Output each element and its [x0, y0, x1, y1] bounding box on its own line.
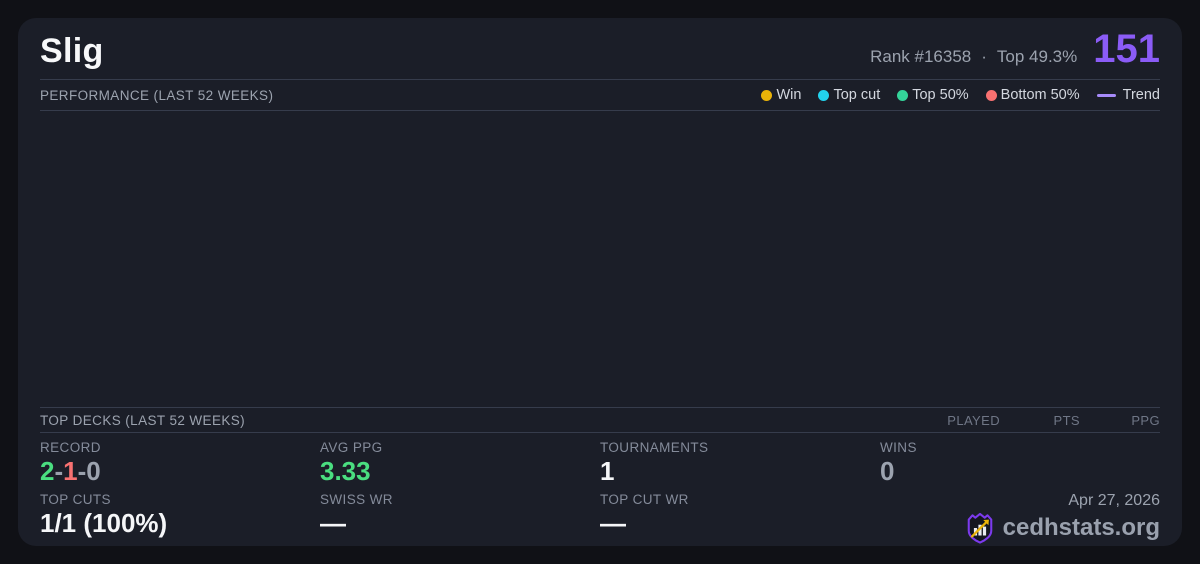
generated-date: Apr 27, 2026	[1068, 492, 1160, 510]
legend-item-trend: Trend	[1097, 87, 1160, 103]
legend-label: Bottom 50%	[1001, 87, 1080, 103]
stats-grid: RECORD 2-1-0 AVG PPG 3.33 TOURNAMENTS 1 …	[40, 433, 1160, 546]
tournaments-value: 1	[600, 457, 880, 486]
top-cuts-value: 1/1 (100%)	[40, 509, 320, 538]
legend-item-top50: Top 50%	[897, 87, 968, 103]
topcut-dot-icon	[818, 90, 829, 101]
chart-legend: Win Top cut Top 50% Bottom 50% Trend	[761, 87, 1160, 103]
stat-top-cuts: TOP CUTS 1/1 (100%)	[40, 492, 320, 546]
rank-text: Rank #16358 · Top 49.3%	[870, 47, 1077, 67]
rank-group: Rank #16358 · Top 49.3% 151	[870, 32, 1160, 67]
trend-line-icon	[1097, 94, 1116, 97]
stat-label: TOURNAMENTS	[600, 440, 880, 455]
stat-swiss-wr: SWISS WR —	[320, 492, 600, 546]
player-name: Slig	[40, 32, 104, 71]
column-header-played: PLAYED	[920, 413, 1000, 428]
stat-record: RECORD 2-1-0	[40, 440, 320, 492]
legend-item-win: Win	[761, 87, 801, 103]
rank-number: Rank #16358	[870, 47, 971, 67]
record-separator: -	[78, 456, 87, 486]
column-header-pts: PTS	[1000, 413, 1080, 428]
top-decks-header-row: TOP DECKS (LAST 52 WEEKS) PLAYED PTS PPG	[40, 407, 1160, 433]
player-stats-card: Slig Rank #16358 · Top 49.3% 151 PERFORM…	[18, 18, 1182, 546]
legend-label: Top cut	[833, 87, 880, 103]
bottom50-dot-icon	[986, 90, 997, 101]
avg-ppg-value: 3.33	[320, 457, 600, 486]
stat-label: RECORD	[40, 440, 320, 455]
legend-label: Top 50%	[912, 87, 968, 103]
top50-dot-icon	[897, 90, 908, 101]
performance-section-title: PERFORMANCE (LAST 52 WEEKS)	[40, 88, 273, 103]
column-header-ppg: PPG	[1080, 413, 1160, 428]
footer-brand-block: Apr 27, 2026 cedhstats.org	[880, 492, 1160, 546]
record-wins: 2	[40, 456, 54, 486]
swiss-wr-value: —	[320, 509, 600, 538]
stat-label: TOP CUT WR	[600, 492, 880, 507]
stat-top-cut-wr: TOP CUT WR —	[600, 492, 880, 546]
stat-label: TOP CUTS	[40, 492, 320, 507]
stat-avg-ppg: AVG PPG 3.33	[320, 440, 600, 492]
record-separator: -	[54, 456, 63, 486]
legend-item-bottom50: Bottom 50%	[986, 87, 1080, 103]
stat-tournaments: TOURNAMENTS 1	[600, 440, 880, 492]
legend-item-topcut: Top cut	[818, 87, 880, 103]
performance-header-row: PERFORMANCE (LAST 52 WEEKS) Win Top cut …	[40, 80, 1160, 111]
record-losses: 1	[63, 456, 77, 486]
stat-label: WINS	[880, 440, 1160, 455]
stat-label: AVG PPG	[320, 440, 600, 455]
rank-separator-dot: ·	[981, 47, 987, 67]
top-percent: Top 49.3%	[997, 47, 1077, 67]
record-draws: 0	[86, 456, 100, 486]
legend-label: Win	[776, 87, 801, 103]
site-name: cedhstats.org	[1003, 514, 1160, 542]
cedhstats-logo-icon	[965, 512, 995, 544]
top-decks-columns: PLAYED PTS PPG	[920, 413, 1160, 428]
wins-value: 0	[880, 457, 1160, 486]
legend-label: Trend	[1123, 87, 1160, 103]
card-header: Slig Rank #16358 · Top 49.3% 151	[40, 18, 1160, 80]
stat-wins: WINS 0	[880, 440, 1160, 492]
site-brand: cedhstats.org	[965, 512, 1160, 544]
top-cut-wr-value: —	[600, 509, 880, 538]
top-decks-section-title: TOP DECKS (LAST 52 WEEKS)	[40, 413, 245, 428]
record-value: 2-1-0	[40, 457, 320, 486]
win-dot-icon	[761, 90, 772, 101]
player-score: 151	[1093, 32, 1160, 66]
stat-label: SWISS WR	[320, 492, 600, 507]
performance-chart-area	[40, 111, 1160, 407]
